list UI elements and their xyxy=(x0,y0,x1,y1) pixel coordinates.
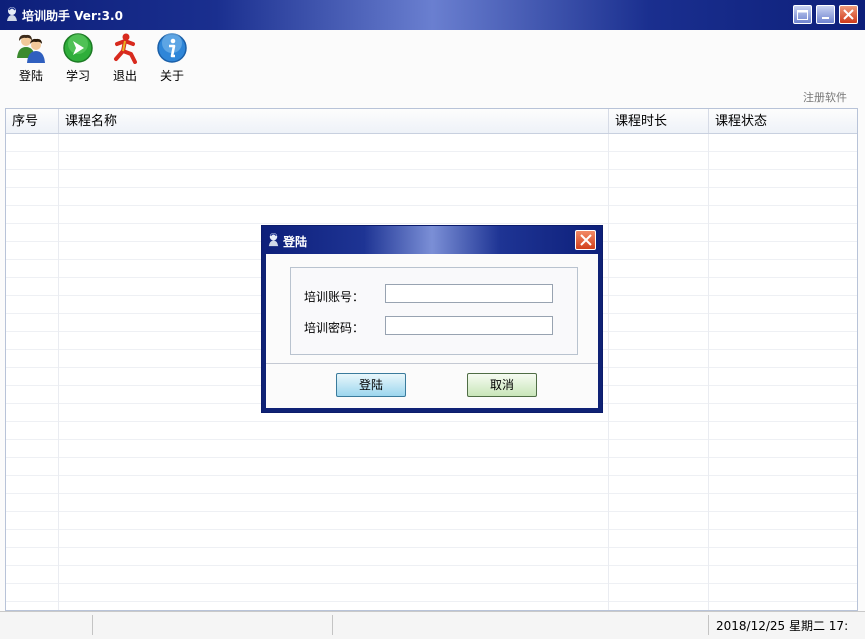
dialog-title: 登陆 xyxy=(283,235,308,249)
info-icon xyxy=(157,33,187,63)
dialog-body: 培训账号： 培训密码： 登陆 取消 xyxy=(266,254,598,408)
toolbar-about-button[interactable]: 关于 xyxy=(152,32,192,84)
maximize-button[interactable] xyxy=(793,5,812,24)
title-bar[interactable]: 培训助手 Ver:3.0 xyxy=(0,0,865,30)
column-header-index[interactable]: 序号 xyxy=(6,109,59,133)
toolbar: 登陆 学习 退出 关于 注册软件 xyxy=(0,30,865,108)
minimize-icon xyxy=(821,16,829,19)
dialog-border xyxy=(598,254,602,412)
green-arrow-play-icon xyxy=(63,33,93,63)
column-header-duration[interactable]: 课程时长 xyxy=(609,109,709,133)
status-separator xyxy=(92,615,93,635)
maximize-icon xyxy=(797,9,808,20)
login-dialog: 登陆 培训账号： 培训密码： 登陆 取消 xyxy=(262,226,602,412)
close-icon xyxy=(579,234,592,246)
register-software-link[interactable]: 注册软件 xyxy=(803,89,847,105)
toolbar-login-label: 登陆 xyxy=(18,69,43,83)
toolbar-exit-button[interactable]: 退出 xyxy=(105,32,145,84)
toolbar-study-button[interactable]: 学习 xyxy=(58,32,98,84)
toolbar-exit-label: 退出 xyxy=(112,69,137,83)
login-button[interactable]: 登陆 xyxy=(336,373,406,397)
dialog-close-button[interactable] xyxy=(575,230,596,250)
red-running-man-icon xyxy=(114,33,137,64)
password-label: 培训密码： xyxy=(304,321,365,335)
account-label: 培训账号： xyxy=(304,290,365,304)
table-header: 序号 课程名称 课程时长 课程状态 xyxy=(6,109,857,134)
status-separator xyxy=(332,615,333,635)
password-input[interactable] xyxy=(385,316,553,335)
column-divider xyxy=(708,134,709,610)
credentials-group: 培训账号： 培训密码： xyxy=(290,267,578,355)
dialog-title-bar[interactable]: 登陆 xyxy=(262,226,602,254)
column-divider xyxy=(608,134,609,610)
column-divider xyxy=(58,134,59,610)
toolbar-about-label: 关于 xyxy=(159,69,184,83)
status-datetime: 2018/12/25 星期二 17: xyxy=(716,619,849,633)
close-button[interactable] xyxy=(839,5,858,24)
dialog-border xyxy=(262,408,602,412)
minimize-button[interactable] xyxy=(816,5,835,24)
users-login-icon xyxy=(17,34,45,63)
toolbar-login-button[interactable]: 登陆 xyxy=(11,32,51,84)
close-icon xyxy=(843,9,854,20)
app-logo-icon xyxy=(268,232,279,247)
status-bar: 2018/12/25 星期二 17: xyxy=(0,611,865,639)
cancel-button[interactable]: 取消 xyxy=(467,373,537,397)
main-window: 培训助手 Ver:3.0 登陆 学习 退出 关于 注册软件 序号 课程名称 课程… xyxy=(0,0,865,639)
account-input[interactable] xyxy=(385,284,553,303)
column-header-status[interactable]: 课程状态 xyxy=(709,109,857,133)
toolbar-study-label: 学习 xyxy=(65,69,90,83)
status-separator xyxy=(708,615,709,635)
app-logo-icon xyxy=(7,7,17,21)
dialog-divider xyxy=(266,363,598,364)
window-title: 培训助手 Ver:3.0 xyxy=(22,9,123,23)
column-header-course-name[interactable]: 课程名称 xyxy=(59,109,609,133)
